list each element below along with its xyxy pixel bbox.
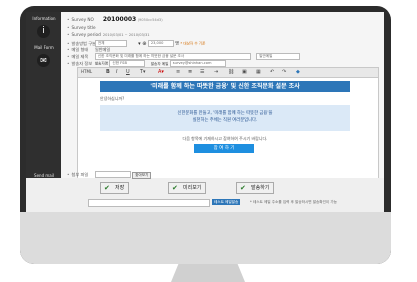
sender-label: 발송자 정보 bbox=[71, 60, 93, 66]
count-input[interactable]: 23,000 bbox=[147, 40, 174, 47]
survey-title-label: Survey title bbox=[71, 25, 96, 30]
subject-option-select[interactable]: 일반메일 bbox=[256, 53, 301, 60]
test-mail-button[interactable]: 테스트 메일발송 bbox=[212, 199, 241, 205]
attach-row: • 첨부 파일 찾아보기 bbox=[67, 171, 152, 179]
count-unit: 명 bbox=[175, 40, 180, 46]
mail-line-1: 신한문화를 만들고, '미래를 함께 하는 따뜻한 금융'을 bbox=[177, 111, 273, 116]
test-mail-note: * 테스트 메일 주소를 입력 후 발송하시면 발송확인이 가능 bbox=[250, 200, 337, 204]
mail-note: 다음 항목에 기재하시고 참여하여 주시기 바랍니다. bbox=[182, 136, 268, 141]
survey-period-value: 2010/03/01 ~ 2010/03/31 bbox=[102, 33, 150, 37]
preview-button[interactable]: 미리보기 bbox=[168, 182, 207, 194]
info-icon: i bbox=[37, 25, 50, 38]
sidebar-information-label: Information bbox=[32, 16, 56, 21]
count-note: * 대상자 수 기준 bbox=[180, 41, 206, 46]
sender-name-label: 발송자명 bbox=[94, 61, 109, 66]
list-icon[interactable]: ☰ bbox=[200, 69, 204, 75]
attach-input[interactable] bbox=[94, 171, 131, 178]
method-select[interactable]: 전체 bbox=[94, 40, 127, 47]
test-mail-input[interactable] bbox=[88, 199, 210, 207]
image-icon[interactable]: ▣ bbox=[242, 69, 247, 75]
indent-icon[interactable]: ⇥ bbox=[214, 69, 218, 75]
survey-period-row: • Survey period 2010/03/01 ~ 2010/03/31 bbox=[67, 32, 150, 37]
monitor-bezel bbox=[20, 212, 391, 264]
survey-period-label: Survey period bbox=[71, 32, 101, 37]
underline-icon[interactable]: U bbox=[126, 69, 130, 75]
mail-title: '미래를 함께 하는 따뜻한 금융' 및 신한 조직문화 설문 조사 bbox=[100, 81, 350, 92]
mail-line-2: 실천하는 주체는 직원 여러분입니다. bbox=[192, 118, 258, 123]
survey-no-row: • Survey NO 20100003 (9050cc54d3) bbox=[67, 16, 163, 23]
link-icon[interactable]: ⛓ bbox=[228, 69, 234, 75]
send-button[interactable]: 발송하기 bbox=[236, 182, 275, 194]
survey-no-value: 20100003 bbox=[102, 16, 137, 23]
attach-label: 첨부 파일 bbox=[71, 171, 89, 177]
participate-button[interactable]: 참 여 하 기 bbox=[194, 144, 254, 153]
envelope-icon: ✉ bbox=[37, 54, 50, 67]
save-button[interactable]: 저장 bbox=[100, 182, 130, 194]
sidebar-mail-form-label: Mail Form bbox=[34, 45, 54, 50]
undo-icon[interactable]: ↶ bbox=[270, 69, 274, 75]
subject-input[interactable]: 신한 조직문화 및 미래를 함께 하는 따뜻한 금융 설문 조사 bbox=[94, 53, 251, 60]
text-color-icon[interactable]: A▾ bbox=[158, 69, 164, 75]
screen: Information i Mail Form ✉ Send mail ➜ •S… bbox=[26, 12, 384, 212]
align-center-icon[interactable]: ≣ bbox=[188, 69, 192, 75]
count-stepper-icon[interactable]: ▾ ⊕ bbox=[138, 41, 146, 47]
sender-row: • 발송자 정보 발송자명 신한 FSB 발송자 메일 survey@shinha… bbox=[67, 60, 226, 67]
method-label: 발송방법 구분 bbox=[71, 40, 96, 46]
monitor-stand bbox=[171, 264, 245, 282]
table-icon[interactable]: ▦ bbox=[256, 69, 261, 75]
sender-mail-input[interactable]: survey@shinhan.com bbox=[169, 60, 226, 67]
method-row: • 발송방법 구분 전체 ▾ ⊕ 23,000 명 * 대상자 수 기준 bbox=[67, 40, 206, 47]
mail-highlight-box: 신한문화를 만들고, '미래를 함께 하는 따뜻한 금융'을 실천하는 주체는 … bbox=[100, 105, 350, 131]
bold-icon[interactable]: B bbox=[106, 69, 110, 75]
survey-no-label: Survey NO bbox=[71, 17, 94, 22]
survey-title-row: • Survey title bbox=[67, 25, 96, 30]
mail-type-value: 일반메일 bbox=[94, 47, 111, 52]
sender-mail-label: 발송자 메일 bbox=[150, 61, 169, 66]
sender-name-input[interactable]: 신한 FSB bbox=[109, 60, 146, 67]
browse-button[interactable]: 찾아보기 bbox=[132, 171, 152, 179]
toolbar-style-select[interactable]: HTML bbox=[81, 69, 92, 75]
font-size-icon[interactable]: T▾ bbox=[140, 69, 146, 75]
subject-row: • 메일 제목 신한 조직문화 및 미래를 함께 하는 따뜻한 금융 설문 조사 … bbox=[67, 53, 301, 60]
align-left-icon[interactable]: ≡ bbox=[176, 69, 180, 75]
redo-icon[interactable]: ↷ bbox=[282, 69, 286, 75]
survey-no-suffix: (9050cc54d3) bbox=[137, 18, 163, 22]
subject-label: 메일 제목 bbox=[71, 53, 89, 59]
html-mode-icon[interactable]: ◆ bbox=[296, 69, 300, 75]
mail-greeting: 안녕하십니까? bbox=[100, 96, 125, 101]
italic-icon[interactable]: I bbox=[116, 69, 117, 75]
